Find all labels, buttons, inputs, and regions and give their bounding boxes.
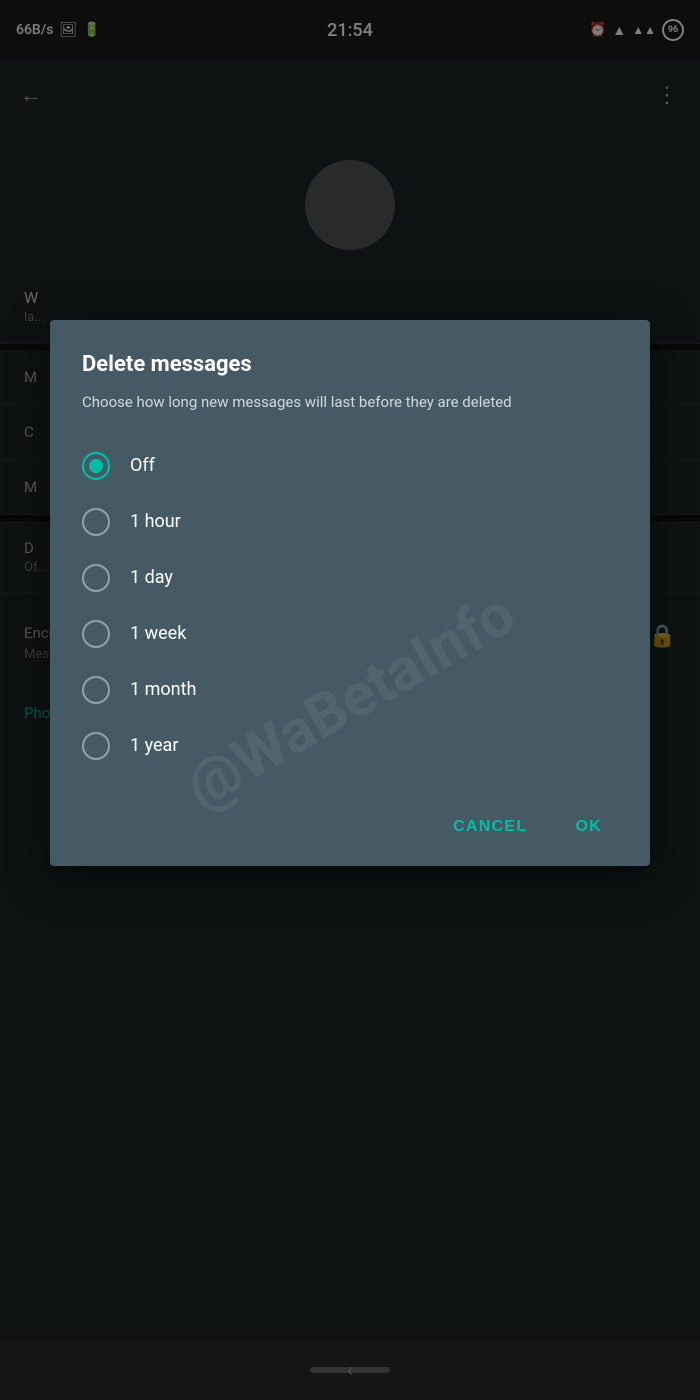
radio-label-1month: 1 month xyxy=(130,679,196,700)
radio-option-1hour[interactable]: 1 hour xyxy=(82,494,618,550)
dialog-subtitle: Choose how long new messages will last b… xyxy=(82,391,618,414)
radio-label-1hour: 1 hour xyxy=(130,511,181,532)
radio-option-off[interactable]: Off xyxy=(82,438,618,494)
radio-label-off: Off xyxy=(130,455,155,476)
radio-circle-1week xyxy=(82,620,110,648)
cancel-button[interactable]: CANCEL xyxy=(437,808,543,846)
radio-circle-1year xyxy=(82,732,110,760)
radio-option-1day[interactable]: 1 day xyxy=(82,550,618,606)
radio-label-1year: 1 year xyxy=(130,735,178,756)
radio-inner-off xyxy=(89,459,103,473)
radio-option-1week[interactable]: 1 week xyxy=(82,606,618,662)
radio-option-1month[interactable]: 1 month xyxy=(82,662,618,718)
radio-label-1day: 1 day xyxy=(130,567,173,588)
radio-options-container: Off 1 hour 1 day 1 week 1 month 1 year xyxy=(82,438,618,774)
radio-label-1week: 1 week xyxy=(130,623,186,644)
dialog-buttons: CANCEL OK xyxy=(82,798,618,846)
radio-circle-off xyxy=(82,452,110,480)
delete-messages-dialog: Delete messages Choose how long new mess… xyxy=(50,320,650,866)
radio-circle-1day xyxy=(82,564,110,592)
dialog-title: Delete messages xyxy=(82,352,618,377)
radio-circle-1hour xyxy=(82,508,110,536)
radio-circle-1month xyxy=(82,676,110,704)
ok-button[interactable]: OK xyxy=(559,808,618,846)
radio-option-1year[interactable]: 1 year xyxy=(82,718,618,774)
